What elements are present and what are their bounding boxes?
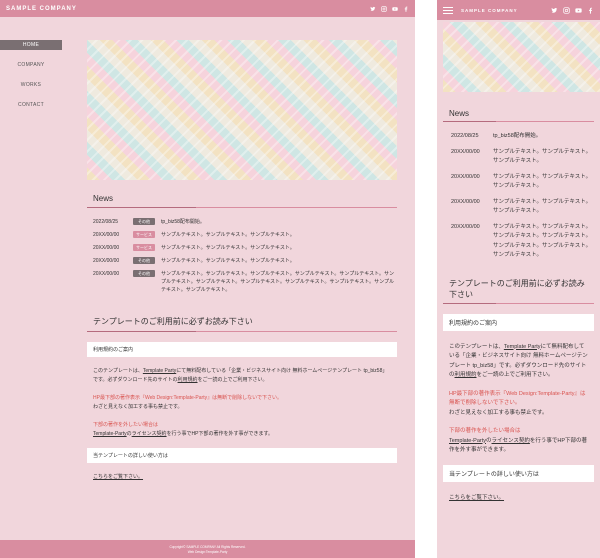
notice-heading: テンプレートのご利用前に必ずお読み下さい (87, 312, 397, 332)
news-item: 20XX/00/00 サンプルテキスト。サンプルテキスト。サンプルテキスト。 (443, 198, 594, 217)
template-party-link[interactable]: Template Party (504, 344, 541, 350)
mobile-notice-heading: テンプレートのご利用前に必ずお読み下さい (443, 275, 594, 304)
copyright-warning: HP最下部の著作表示『Web Design:Template-Party』は無断… (93, 395, 282, 410)
site-logo[interactable]: SAMPLE COMPANY (6, 6, 77, 12)
design-credit[interactable]: Web Design:Template-Party (0, 550, 415, 555)
mobile-main-content: News 2022/08/25 tp_biz58配布開始。 20XX/00/00 サ… (443, 106, 594, 512)
hamburger-menu-icon[interactable] (443, 6, 453, 14)
news-date: 20XX/00/00 (93, 271, 120, 277)
news-text[interactable]: サンプルテキスト。サンプルテキスト。サンプルテキスト。サンプルテキスト。サンプル… (161, 270, 397, 294)
hero-image (87, 40, 397, 180)
news-item: 2022/08/25 その他 tp_biz58配布開始。 (87, 218, 397, 226)
notice-section: テンプレートのご利用前に必ずお読み下さい 利用規約のご案内 このテンプレートは、… (87, 312, 397, 482)
news-date: 20XX/00/00 (93, 245, 120, 251)
mobile-news-heading: News (443, 106, 594, 122)
nav-home[interactable]: HOME (0, 40, 62, 50)
mobile-view: SAMPLE COMPANY News 2022/08/25 tp_biz58配布… (437, 0, 600, 558)
template-party-link[interactable]: Template Party (143, 368, 176, 374)
news-category-badge: その他 (133, 218, 155, 225)
news-text[interactable]: サンプルテキスト。サンプルテキスト。サンプルテキスト。 (493, 173, 594, 192)
news-text[interactable]: サンプルテキスト。サンプルテキスト。サンプルテキスト。 (493, 148, 594, 167)
facebook-icon[interactable] (587, 7, 594, 14)
news-date: 2022/08/25 (93, 219, 119, 225)
news-category-badge: サービス (133, 244, 155, 251)
news-list: 2022/08/25 その他 tp_biz58配布開始。 20XX/00/00 サービ… (87, 218, 397, 294)
news-date: 20XX/00/00 (451, 223, 480, 230)
mobile-social-icons (551, 6, 594, 14)
news-date: 20XX/00/00 (93, 258, 120, 264)
twitter-icon[interactable] (370, 6, 376, 12)
mobile-header-bar: SAMPLE COMPANY (437, 0, 600, 20)
youtube-icon[interactable] (392, 6, 398, 12)
news-category-badge: その他 (133, 270, 155, 277)
news-heading: News (87, 190, 397, 208)
instagram-icon[interactable] (381, 5, 387, 12)
news-item: 20XX/00/00 サンプルテキスト。サンプルテキスト。サンプルテキスト。サンプ… (443, 223, 594, 261)
mobile-news-list: 2022/08/25 tp_biz58配布開始。 20XX/00/00 サンプルテキ… (443, 132, 594, 261)
footer: Copyright© SAMPLE COMPANY All Rights Res… (0, 540, 415, 558)
news-category-badge: サービス (133, 231, 155, 238)
news-item: 20XX/00/00 サービス サンプルテキスト。サンプルテキスト。サンプルテキスト… (87, 244, 397, 252)
news-date: 20XX/00/00 (451, 173, 480, 180)
facebook-icon[interactable] (403, 6, 409, 12)
news-date: 2022/08/25 (451, 133, 479, 139)
news-item: 2022/08/25 tp_biz58配布開始。 (443, 132, 594, 142)
terms-link[interactable]: 利用規約 (178, 377, 198, 383)
license-paragraph: 下部の著作を外したい場合は Template-Partyのライセンス契約を行う事で… (93, 422, 273, 437)
mobile-usage-link[interactable]: こちらをご覧下さい。 (449, 495, 504, 501)
instagram-icon[interactable] (563, 6, 570, 14)
news-category-badge: その他 (133, 257, 155, 264)
news-text[interactable]: サンプルテキスト。サンプルテキスト。サンプルテキスト。 (493, 198, 594, 217)
mobile-notice-section: テンプレートのご利用前に必ずお読み下さい 利用規約のご案内 このテンプレートは、… (443, 275, 594, 504)
nav-company[interactable]: COMPANY (0, 60, 62, 70)
news-text[interactable]: tp_biz58配布開始。 (161, 218, 397, 226)
license-link[interactable]: ライセンス契約 (492, 438, 530, 444)
mobile-usage-box: 当テンプレートの詳しい使い方は (443, 464, 594, 482)
social-icons (370, 5, 409, 12)
mobile-terms-box: 利用規約のご案内 (443, 313, 594, 331)
usage-box: 当テンプレートの詳しい使い方は (87, 448, 397, 463)
divider (415, 0, 437, 558)
news-date: 20XX/00/00 (451, 148, 480, 155)
news-date: 20XX/00/00 (93, 232, 120, 238)
news-text[interactable]: サンプルテキスト。サンプルテキスト。サンプルテキスト。 (161, 244, 397, 252)
mobile-hero-image (443, 22, 600, 92)
news-item: 20XX/00/00 サービス サンプルテキスト。サンプルテキスト。サンプルテキスト… (87, 231, 397, 239)
news-item: 20XX/00/00 サンプルテキスト。サンプルテキスト。サンプルテキスト。 (443, 173, 594, 192)
mobile-terms-paragraph: このテンプレートは、Template Partyにて無料配布している「企業・ビジ… (449, 343, 588, 379)
news-text[interactable]: サンプルテキスト。サンプルテキスト。サンプルテキスト。 (161, 231, 397, 239)
mobile-license-paragraph: 下部の著作を外したい場合は Template-Partyのライセンス契約を行う事で… (449, 428, 588, 453)
nav-works[interactable]: WORKS (0, 80, 62, 90)
news-text[interactable]: tp_biz58配布開始。 (493, 132, 594, 142)
mobile-copyright-warning: HP最下部の著作表示『Web Design:Template-Party』は無断… (449, 390, 586, 416)
desktop-view: SAMPLE COMPANY HOME COMPANY WORKS CONTAC… (0, 0, 415, 558)
side-nav: HOME COMPANY WORKS CONTACT (0, 40, 62, 120)
news-text[interactable]: サンプルテキスト。サンプルテキスト。サンプルテキスト。サンプルテキスト。サンプル… (493, 223, 594, 261)
news-item: 20XX/00/00 その他 サンプルテキスト。サンプルテキスト。サンプルテキスト。 (87, 257, 397, 265)
usage-link[interactable]: こちらをご覧下さい。 (93, 474, 143, 480)
youtube-icon[interactable] (575, 7, 582, 14)
mobile-site-logo[interactable]: SAMPLE COMPANY (461, 8, 518, 13)
main-content: News 2022/08/25 その他 tp_biz58配布開始。 20XX/00/… (87, 190, 397, 491)
terms-link[interactable]: 利用規約 (455, 372, 477, 378)
template-party-link-2[interactable]: Template-Party (93, 431, 127, 437)
news-item: 20XX/00/00 その他 サンプルテキスト。サンプルテキスト。サンプルテキスト。… (87, 270, 397, 294)
terms-paragraph: このテンプレートは、Template Partyにて無料配布している「企業・ビジ… (93, 368, 388, 383)
template-party-link-2[interactable]: Template-Party (449, 438, 486, 444)
terms-box: 利用規約のご案内 (87, 342, 397, 357)
twitter-icon[interactable] (551, 7, 558, 14)
news-item: 20XX/00/00 サンプルテキスト。サンプルテキスト。サンプルテキスト。 (443, 148, 594, 167)
license-link[interactable]: ライセンス契約 (132, 431, 167, 437)
header-bar: SAMPLE COMPANY (0, 0, 415, 17)
news-date: 20XX/00/00 (451, 198, 480, 205)
news-text[interactable]: サンプルテキスト。サンプルテキスト。サンプルテキスト。 (161, 257, 397, 265)
nav-contact[interactable]: CONTACT (0, 100, 62, 110)
